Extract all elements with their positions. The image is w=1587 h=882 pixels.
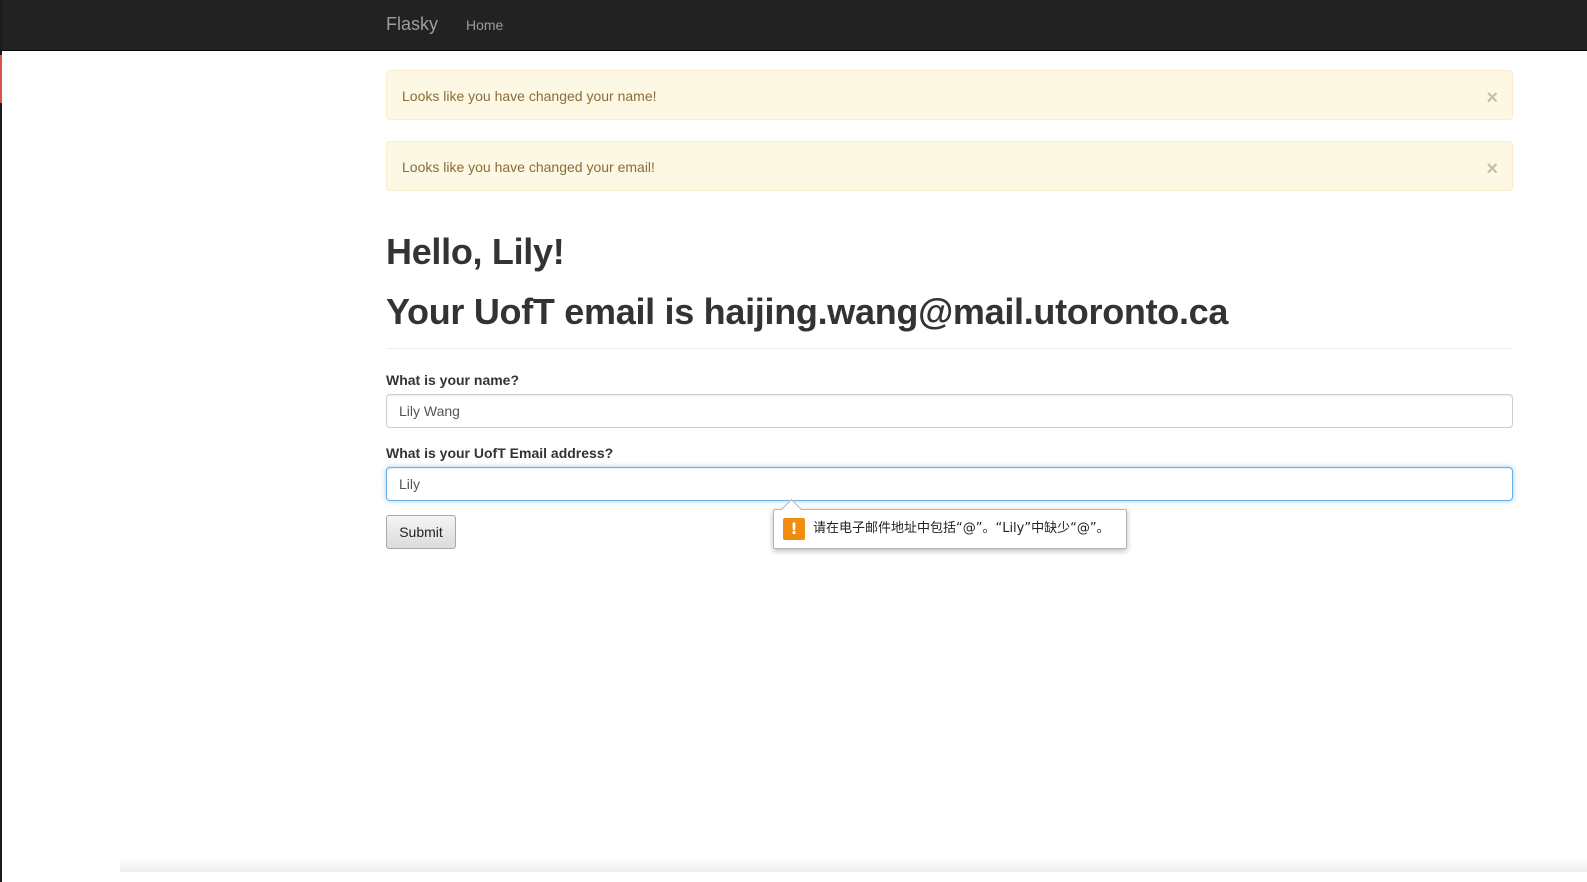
email-heading: Your UofT email is haijing.wang@mail.uto… <box>386 291 1229 332</box>
submit-button[interactable]: Submit <box>386 515 456 549</box>
window-edge-marker <box>0 55 2 103</box>
email-input[interactable] <box>386 467 1513 501</box>
navbar-brand[interactable]: Flasky <box>386 14 438 34</box>
main-container: Looks like you have changed your name! ×… <box>386 70 1513 549</box>
alert-message: Looks like you have changed your email! <box>402 159 655 175</box>
alert-message: Looks like you have changed your name! <box>402 88 657 104</box>
tooltip-arrow <box>780 498 803 521</box>
warning-icon: ! <box>783 518 805 540</box>
validation-tooltip: ! 请在电子邮件地址中包括“@”。“Lily”中缺少“@”。 <box>773 498 1127 549</box>
close-icon[interactable]: × <box>1486 71 1498 125</box>
alert-name-changed: Looks like you have changed your name! × <box>386 70 1513 120</box>
name-field-label: What is your name? <box>386 372 520 388</box>
email-field-label: What is your UofT Email address? <box>386 445 614 461</box>
alert-email-changed: Looks like you have changed your email! … <box>386 141 1513 191</box>
close-icon[interactable]: × <box>1486 142 1498 196</box>
navbar: Flasky Home <box>2 0 1587 51</box>
page-header-divider <box>386 348 1513 349</box>
window-edge <box>0 0 2 882</box>
nav-link-home[interactable]: Home <box>466 17 503 33</box>
greeting-heading: Hello, Lily! <box>386 231 565 272</box>
validation-message: 请在电子邮件地址中包括“@”。“Lily”中缺少“@”。 <box>813 521 1110 536</box>
window-bottom-shadow <box>120 858 1587 872</box>
name-input[interactable] <box>386 394 1513 428</box>
